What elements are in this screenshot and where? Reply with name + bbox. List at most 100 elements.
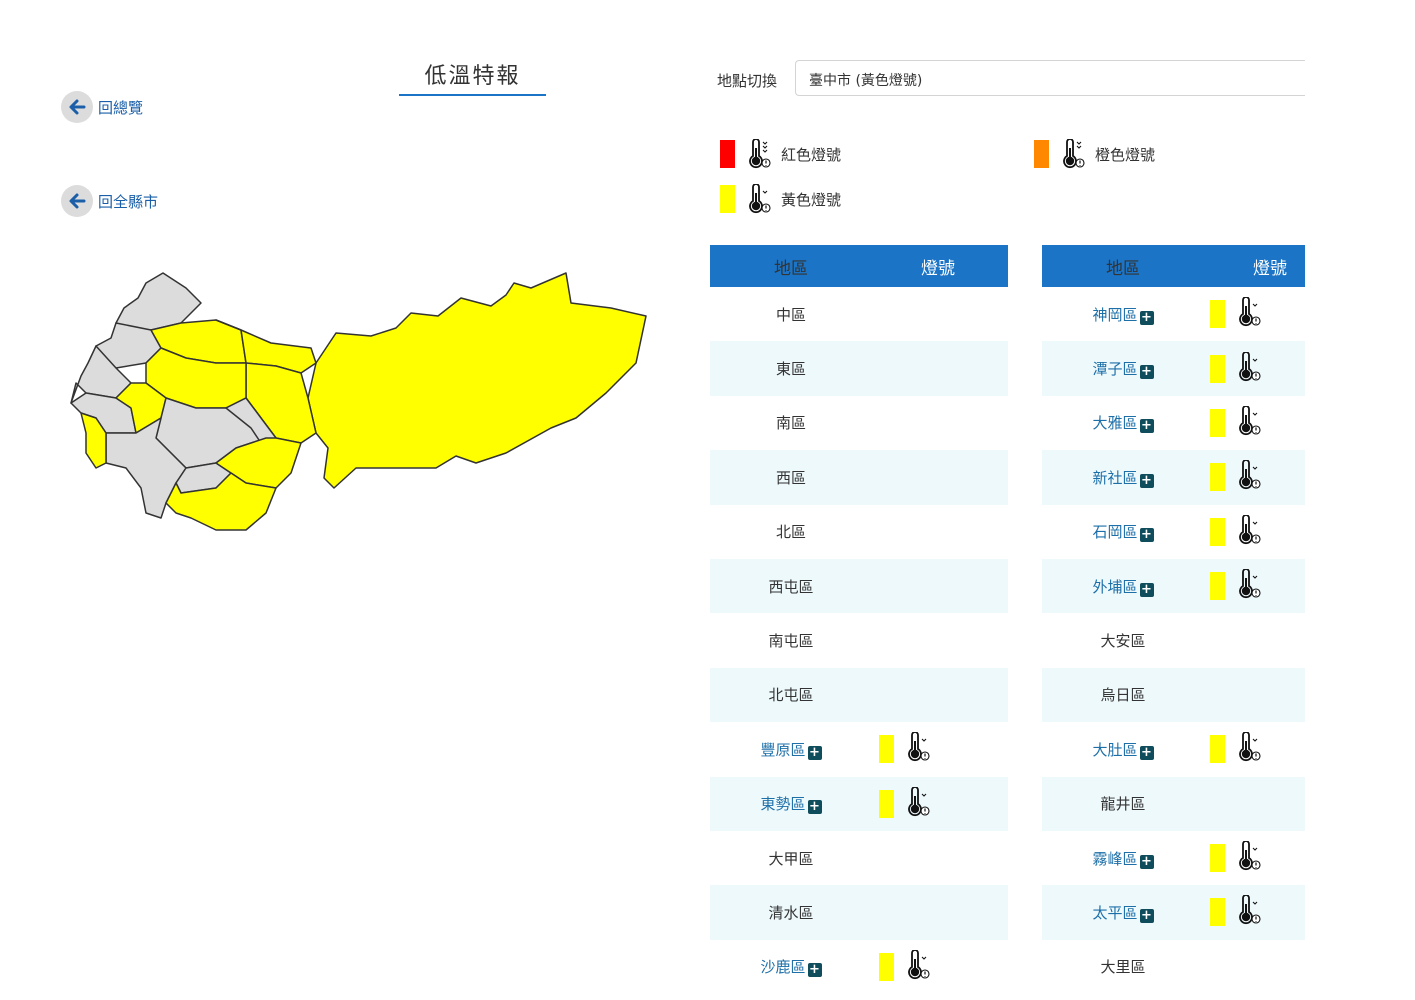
yellow-signal-swatch xyxy=(879,952,894,981)
district-table-left: 地區 燈號 中區 東區 南區 西區 北區 西屯區 南屯區 北屯區 豐原區 + 東勢區 + 大甲區 清水區沙… xyxy=(710,245,1008,994)
header-signal: 燈號 xyxy=(921,258,955,279)
map-district-northwest xyxy=(115,272,202,331)
signal-cell xyxy=(1210,894,1261,929)
district-name[interactable]: 大雅區 + xyxy=(1042,412,1204,434)
yellow-signal-swatch xyxy=(1210,354,1225,383)
district-name[interactable]: 東勢區 + xyxy=(710,793,872,815)
thermometer-low-icon xyxy=(904,785,930,821)
table-row: 龍井區 xyxy=(1042,776,1305,831)
district-name[interactable]: 豐原區 + xyxy=(710,739,872,760)
district-name: 北區 xyxy=(775,523,806,542)
table-row: 大里區 xyxy=(1042,940,1305,994)
yellow-signal-swatch xyxy=(1210,300,1225,329)
table-header: 地區 燈號 xyxy=(710,245,1008,287)
signal-cell xyxy=(1210,459,1261,494)
plus-square-icon[interactable]: + xyxy=(1139,365,1154,380)
district-name[interactable]: 外埔區 + xyxy=(1042,576,1204,597)
district-table-right: 地區 燈號 神岡區 + 潭子區 + 大雅區 + 新社區 + 石岡區 + 外埔區 + 大安區烏日區大肚區 +… xyxy=(1042,245,1305,994)
table-row: 北屯區 xyxy=(710,667,1008,723)
district-name: 南屯區 xyxy=(768,632,814,651)
district-name[interactable]: 太平區 + xyxy=(1042,902,1204,923)
table-row: 大甲區 xyxy=(710,831,1008,885)
table-row: 東區 xyxy=(710,341,1008,396)
legend-yellow-label: 黃色燈號 xyxy=(781,190,842,209)
table-row: 中區 xyxy=(710,287,1008,341)
header-signal: 燈號 xyxy=(1253,258,1287,279)
legend-red-swatch xyxy=(720,140,735,168)
arrow-left-icon xyxy=(61,91,93,123)
legend-red-label: 紅色燈號 xyxy=(781,145,842,164)
thermometer-low-icon xyxy=(904,949,930,984)
plus-square-icon[interactable]: + xyxy=(1139,528,1154,543)
district-name[interactable]: 潭子區 + xyxy=(1042,358,1204,380)
table-row: 外埔區 + xyxy=(1042,558,1305,614)
map-district-heping xyxy=(307,272,647,489)
thermometer-low-icon xyxy=(1235,513,1261,549)
table-row: 西區 xyxy=(710,450,1008,505)
district-name: 大安區 xyxy=(1100,632,1146,651)
yellow-signal-swatch xyxy=(1210,463,1225,492)
back-county-label: 回全縣市 xyxy=(98,192,159,211)
back-overview-link[interactable]: 回總覽 xyxy=(61,91,143,123)
thermometer-low-icon xyxy=(1235,840,1261,875)
table-row: 東勢區 + xyxy=(710,776,1008,831)
table-row: 烏日區 xyxy=(1042,667,1305,723)
district-name: 龍井區 xyxy=(1100,795,1146,814)
table-row: 大雅區 + xyxy=(1042,396,1305,450)
table-body: 中區 東區 南區 西區 北區 西屯區 南屯區 北屯區 豐原區 + 東勢區 + 大甲區 清水區 沙鹿區 + xyxy=(710,287,1008,994)
table-header: 地區 燈號 xyxy=(1042,245,1305,287)
district-name[interactable]: 新社區 + xyxy=(1042,467,1204,488)
yellow-signal-swatch xyxy=(879,735,894,764)
signal-cell xyxy=(1210,731,1261,766)
district-name: 東區 xyxy=(775,360,806,379)
plus-square-icon[interactable]: + xyxy=(1139,854,1154,869)
location-switch-label: 地點切換 xyxy=(717,72,778,90)
yellow-signal-swatch xyxy=(879,789,894,818)
table-row: 大安區 xyxy=(1042,613,1305,667)
page-title: 低溫特報 xyxy=(399,58,546,96)
table-row: 石岡區 + xyxy=(1042,505,1305,559)
plus-square-icon[interactable]: + xyxy=(1139,310,1154,325)
signal-cell xyxy=(1210,568,1261,603)
thermometer-low-icon xyxy=(749,184,771,214)
plus-square-icon[interactable]: + xyxy=(1139,745,1154,760)
plus-square-icon[interactable]: + xyxy=(807,745,822,760)
table-row: 神岡區 + xyxy=(1042,287,1305,341)
plus-square-icon[interactable]: + xyxy=(807,800,822,815)
table-row: 西屯區 xyxy=(710,558,1008,614)
plus-square-icon[interactable]: + xyxy=(1139,473,1154,488)
yellow-signal-swatch xyxy=(1210,844,1225,873)
signal-cell xyxy=(879,785,930,821)
district-name[interactable]: 神岡區 + xyxy=(1042,304,1204,325)
district-name[interactable]: 霧峰區 + xyxy=(1042,848,1204,869)
yellow-signal-swatch xyxy=(1210,735,1225,764)
district-name: 烏日區 xyxy=(1100,686,1146,705)
thermometer-low-icon xyxy=(1235,568,1261,603)
district-map[interactable] xyxy=(66,268,651,538)
district-name[interactable]: 大肚區 + xyxy=(1042,739,1204,760)
plus-square-icon[interactable]: + xyxy=(807,963,822,978)
signal-cell xyxy=(1210,296,1261,331)
thermometer-low-icon xyxy=(1235,296,1261,331)
plus-square-icon[interactable]: + xyxy=(1139,419,1154,434)
thermometer-low-icon xyxy=(749,139,771,169)
district-name[interactable]: 石岡區 + xyxy=(1042,521,1204,543)
legend-yellow: 黃色燈號 xyxy=(720,184,841,214)
table-row: 潭子區 + xyxy=(1042,341,1305,396)
table-row: 豐原區 + xyxy=(710,722,1008,776)
header-area: 地區 xyxy=(774,258,808,279)
table-row: 大肚區 + xyxy=(1042,722,1305,776)
legend-yellow-swatch xyxy=(720,185,735,213)
table-row: 北區 xyxy=(710,505,1008,559)
table-row: 新社區 + xyxy=(1042,450,1305,505)
location-select[interactable]: 臺中市 (黃色燈號) xyxy=(795,60,1305,96)
back-county-link[interactable]: 回全縣市 xyxy=(61,185,158,217)
plus-square-icon[interactable]: + xyxy=(1139,908,1154,923)
thermometer-low-icon xyxy=(1235,731,1261,766)
district-name: 西區 xyxy=(775,468,806,487)
district-name[interactable]: 沙鹿區 + xyxy=(710,956,872,978)
table-row: 霧峰區 + xyxy=(1042,831,1305,885)
legend-red: 紅色燈號 xyxy=(720,139,841,169)
thermometer-low-icon xyxy=(1063,139,1085,169)
plus-square-icon[interactable]: + xyxy=(1139,582,1154,597)
